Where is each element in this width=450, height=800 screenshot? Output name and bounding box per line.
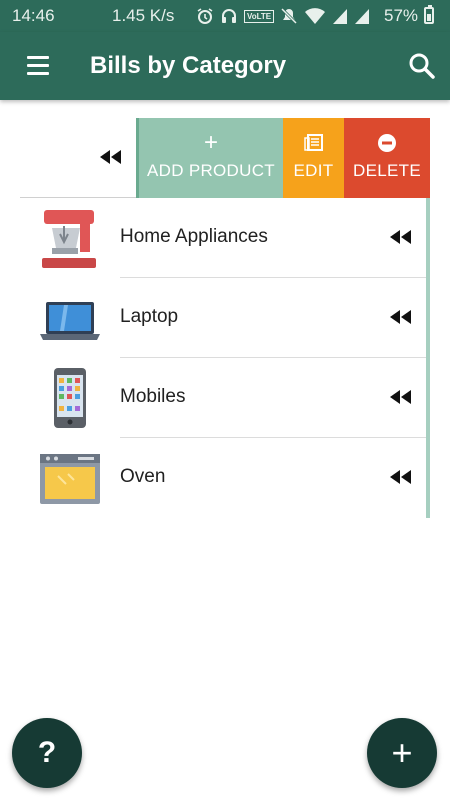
- category-name: Laptop: [120, 306, 179, 327]
- category-item-laptop[interactable]: Laptop: [20, 278, 426, 358]
- status-icons: VoLTE: [196, 5, 370, 27]
- swipe-edge: [426, 198, 430, 518]
- headset-icon: [222, 9, 236, 23]
- help-button[interactable]: ?: [12, 718, 82, 788]
- signal-icon: [333, 9, 348, 24]
- page-title: Bills by Category: [90, 52, 287, 79]
- status-time: 14:46: [12, 6, 55, 25]
- edit-button[interactable]: EDIT: [283, 118, 344, 198]
- rewind-icon[interactable]: [100, 150, 122, 164]
- battery-icon: [424, 5, 434, 24]
- stand-mixer-icon: [42, 210, 96, 268]
- alarm-icon: [197, 8, 213, 24]
- wifi-icon: [305, 8, 326, 24]
- add-category-button[interactable]: +: [367, 718, 437, 788]
- category-name: Home Appliances: [120, 226, 268, 247]
- status-bar: 14:46 1.45 K/s VoLTE 57%: [0, 0, 450, 32]
- mute-icon: [281, 7, 298, 25]
- oven-icon: [40, 454, 100, 504]
- category-list: Home Appliances Laptop Mobiles Oven: [20, 198, 430, 518]
- hamburger-menu-icon[interactable]: [24, 54, 54, 78]
- edit-icon: [303, 134, 323, 151]
- signal-icon: [355, 9, 370, 24]
- battery-percent: 57%: [384, 6, 419, 25]
- rewind-icon[interactable]: [390, 470, 412, 484]
- edit-label: EDIT: [293, 161, 334, 180]
- plus-icon: +: [203, 129, 218, 156]
- app-bar: Bills by Category: [0, 32, 450, 100]
- category-name: Mobiles: [120, 386, 186, 407]
- category-item-oven[interactable]: Oven: [20, 438, 426, 518]
- add-product-label: ADD PRODUCT: [147, 161, 275, 180]
- mobile-phone-icon: [54, 368, 86, 428]
- minus-circle-icon: [378, 134, 396, 152]
- laptop-icon: [40, 302, 100, 340]
- rewind-icon[interactable]: [390, 390, 412, 404]
- search-icon[interactable]: [406, 50, 438, 82]
- category-item-home-appliances[interactable]: Home Appliances: [20, 198, 426, 278]
- delete-label: DELETE: [353, 161, 421, 180]
- swiped-row-actions: + ADD PRODUCT EDIT DELETE: [20, 118, 430, 198]
- add-product-button[interactable]: + ADD PRODUCT: [136, 118, 283, 198]
- delete-button[interactable]: DELETE: [344, 118, 430, 198]
- rewind-icon[interactable]: [390, 230, 412, 244]
- category-item-mobiles[interactable]: Mobiles: [20, 358, 426, 438]
- rewind-icon[interactable]: [390, 310, 412, 324]
- volte-icon: VoLTE: [244, 9, 275, 23]
- network-speed: 1.45 K/s: [112, 6, 175, 25]
- category-name: Oven: [120, 466, 166, 487]
